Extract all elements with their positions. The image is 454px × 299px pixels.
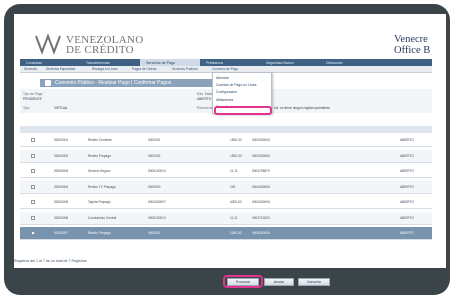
cell-code: 0000002	[148, 153, 161, 158]
cell-name: Servicio Seguro	[88, 169, 111, 173]
cell-amount: 4000,00	[230, 200, 242, 204]
cell-ref: 00000006	[54, 215, 69, 220]
records-footnote: Registros del 1 al 7 de un total de 7 Re…	[14, 259, 87, 263]
row-checkbox[interactable]	[31, 169, 35, 173]
table-row[interactable]: 00000002 Recibo Prepago 0000002 1500,00 0004…	[20, 149, 432, 163]
cancelar-button[interactable]: Cancelar	[298, 278, 330, 286]
row-checkbox[interactable]	[31, 200, 35, 204]
cell-name: Recibo Prepago	[88, 153, 111, 158]
periodo-note: Ud. no tiene ningún registro pendiente	[274, 106, 330, 110]
cell-status: ABIERTO	[400, 153, 414, 158]
dropdown-item-afiliaciones[interactable]: Afiliaciones	[216, 98, 233, 102]
page-title: Convenio Público - Realizar Pago | Confi…	[55, 80, 172, 86]
tipo-de-pago-value[interactable]: PENDIENTE	[23, 97, 42, 101]
cell-name: Tarjeta Prepago	[88, 200, 111, 204]
cell-ref: 00000001	[54, 138, 69, 142]
page-icon	[45, 80, 51, 86]
cell-ref2: 0004000006	[252, 200, 270, 204]
cell-amount: 1500,00	[230, 138, 242, 142]
subnav-pagos-cedula[interactable]: Pagos de Cédula	[128, 66, 168, 72]
cell-ref: 00000007	[54, 231, 69, 235]
subnav-recarga[interactable]: Recarga en Línea	[88, 66, 128, 72]
tipo-value[interactable]: VIRTUAL	[54, 106, 68, 110]
table-row[interactable]: 00000006 Condominio Central 0000100010 11,1…	[20, 211, 432, 225]
tipo-label: Tipo:	[23, 106, 31, 110]
nav-servicios-de-pago[interactable]: Servicios de Pago	[140, 59, 200, 66]
cell-ref2: 0004000006	[252, 138, 270, 142]
tipo-de-pago-label: Tipo de Pago	[23, 92, 43, 96]
nav-divisiones[interactable]: Divisiones	[320, 59, 380, 66]
nav-prestamos[interactable]: Préstamos	[200, 59, 260, 66]
cell-code: 0000001	[148, 138, 161, 142]
cell-ref: 00000004	[54, 184, 69, 189]
bank-logo-icon	[35, 34, 61, 55]
row-checkbox[interactable]	[31, 215, 35, 220]
cell-amount: 1000,00	[230, 231, 242, 235]
cell-code: 0000100010	[148, 169, 166, 173]
cell-status: ABIERTO	[400, 200, 414, 204]
cell-status: ABIERTO	[400, 215, 414, 220]
dropdown-item-configuracion[interactable]: Configuración	[216, 90, 237, 94]
office-line-2: Office B	[394, 45, 431, 56]
row-checkbox[interactable]	[31, 184, 35, 189]
office-banking-title: Venecre Office B	[394, 34, 430, 56]
cell-code: 0000000	[148, 184, 161, 189]
table-row[interactable]: 00000005 Tarjeta Prepago 0004000007 4000,00…	[20, 196, 432, 209]
cell-amount: 100	[230, 184, 236, 189]
dropdown-item-cuentas[interactable]: Cuentas de Pago en Línea	[216, 83, 256, 87]
table-row[interactable]: 00000001 Recibo Corriente 0000001 1500,00 00…	[20, 134, 432, 147]
cell-amount: 11,11	[230, 215, 238, 220]
cell-amount: 1500,00	[230, 153, 242, 158]
table-row[interactable]: 00000003 Servicio Seguro 0000100010 11,11 00…	[20, 165, 432, 178]
dropdown-highlight	[214, 106, 272, 115]
table-row[interactable]: 00000004 Recibo TV Prepago 0000000 100 00040…	[20, 180, 432, 194]
table-header	[20, 126, 432, 133]
cell-status: ABIERTO	[400, 169, 414, 173]
cell-ref2: 0004000006	[252, 231, 270, 235]
header: VENEZOLANO DE CRÉDITO Venecre Office B	[14, 14, 446, 60]
cell-ref2: 0004705879	[252, 169, 270, 173]
procesar-highlight	[223, 275, 263, 288]
cell-name: Recibo Prepago	[88, 231, 111, 235]
logo-line-2: DE CRÉDITO	[66, 44, 134, 56]
payments-table: 00000001 Recibo Corriente 0000001 1500,00 00…	[20, 126, 432, 244]
nav-consultas[interactable]: Consultas	[20, 59, 80, 66]
row-checkbox[interactable]	[31, 138, 35, 142]
cell-ref: 00000003	[54, 169, 69, 173]
row-checkbox[interactable]	[31, 231, 35, 235]
dropdown-item-atencion[interactable]: Atención	[216, 76, 229, 80]
subnav-servicios-publicos[interactable]: Servicios Públicos	[168, 66, 208, 72]
subnav-servicios[interactable]: Servicios	[20, 66, 42, 72]
office-line-1: Venecre	[394, 34, 428, 45]
primary-nav: Consultas Transferencias Servicios de Pa…	[20, 59, 432, 66]
cell-code: 0000001	[148, 231, 161, 235]
cell-status: ABIERTO	[400, 138, 414, 142]
bank-logo: VENEZOLANO DE CRÉDITO	[66, 35, 144, 56]
cell-code: 0004000007	[148, 200, 166, 204]
cell-name: Recibo TV Prepago	[88, 184, 116, 189]
cell-amount: 11,11	[230, 169, 238, 173]
cell-code: 0000100010	[148, 215, 166, 220]
cell-ref: 00000002	[54, 153, 69, 158]
cell-ref2: 0004000006	[252, 153, 270, 158]
cell-status: ABIERTO	[400, 231, 414, 235]
cell-name: Recibo Corriente	[88, 138, 112, 142]
anular-button[interactable]: Anular	[264, 278, 294, 286]
table-row[interactable]: 00000007 Recibo Prepago 0000001 1000,00 0004…	[20, 227, 432, 240]
nav-transferencias[interactable]: Transferencias	[80, 59, 140, 66]
cell-ref2: 0004713003	[252, 215, 270, 220]
nav-seguridad[interactable]: Seguridad Banco	[260, 59, 320, 66]
page-title-bar: Convenio Público - Realizar Pago | Confi…	[40, 79, 230, 87]
row-checkbox[interactable]	[31, 153, 35, 158]
cell-name: Condominio Central	[88, 215, 117, 220]
cell-ref2: 0004000006	[252, 184, 270, 189]
estado-value[interactable]: ABIERTO	[197, 97, 211, 101]
cell-status: ABIERTO	[400, 184, 414, 189]
cell-ref: 00000005	[54, 200, 69, 204]
subnav-servicios-especiales[interactable]: Servicios Especiales	[42, 66, 88, 72]
